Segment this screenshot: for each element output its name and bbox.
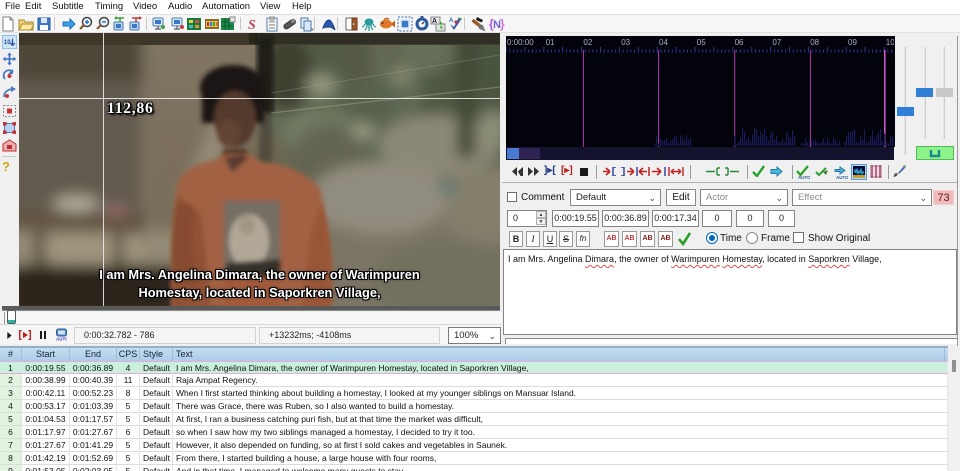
svg-text:07: 07	[772, 38, 781, 47]
svg-text:06: 06	[735, 38, 744, 47]
svg-text:01: 01	[546, 38, 555, 47]
svg-text:08: 08	[810, 38, 819, 47]
svg-text:AUTO: AUTO	[836, 175, 848, 179]
svg-text:02: 02	[583, 38, 592, 47]
svg-text:AUTO: AUTO	[798, 175, 810, 179]
svg-text:04: 04	[659, 38, 668, 47]
svg-text:}: }	[500, 17, 505, 31]
svg-text:03: 03	[621, 38, 630, 47]
svg-text:10: 10	[4, 40, 11, 46]
svg-text:AUTO: AUTO	[56, 337, 67, 342]
svg-text:S: S	[248, 18, 256, 32]
svg-text:0:00:00: 0:00:00	[507, 38, 534, 47]
svg-text:05: 05	[697, 38, 706, 47]
svg-text:09: 09	[848, 38, 857, 47]
svg-text:A: A	[449, 18, 454, 24]
svg-text:10: 10	[886, 38, 894, 47]
